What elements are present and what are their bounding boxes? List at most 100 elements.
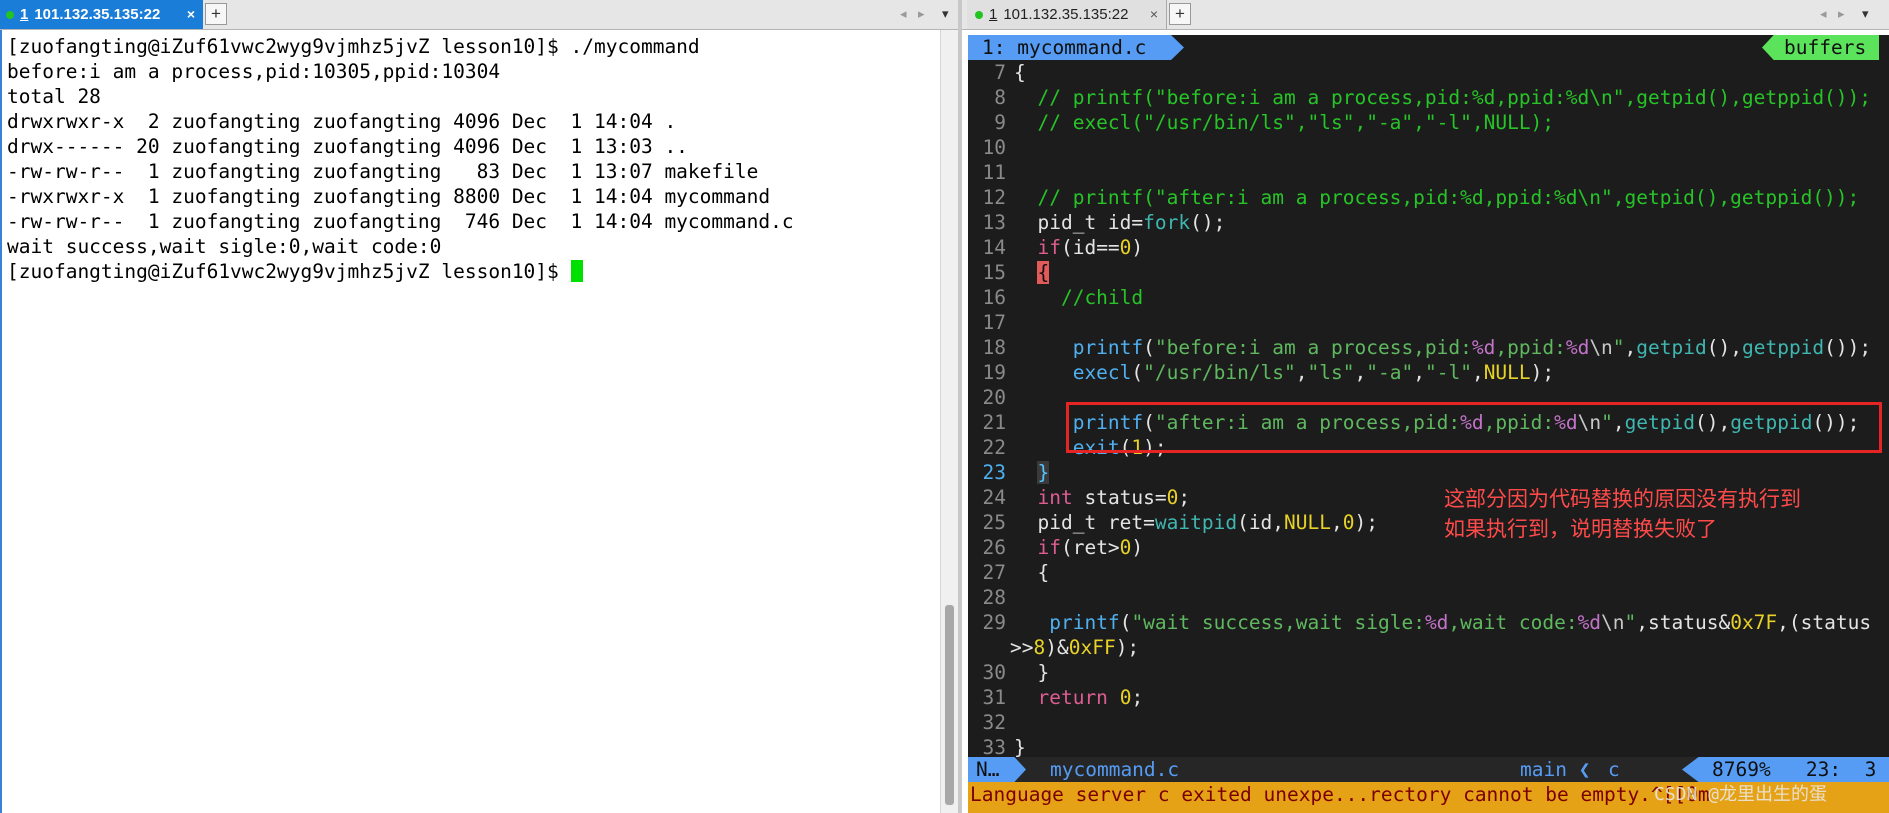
new-tab-button[interactable]: + [205, 3, 227, 25]
line-number: 19 [982, 361, 1006, 384]
code-line[interactable]: 27 { [968, 560, 1889, 585]
session-tab-left[interactable]: 1 101.132.35.135:22 × [0, 0, 203, 29]
line-number: 10 [982, 136, 1006, 159]
code-token: , [1624, 336, 1637, 359]
code-token: // execl("/usr/bin/ls","ls","-a","-l",NU… [1014, 111, 1555, 134]
code-token: %d [1565, 336, 1590, 359]
code-token: NULL [1284, 511, 1332, 534]
tab-menu-icon[interactable]: ▾ [1862, 6, 1869, 22]
code-text: int status=0; [1014, 485, 1190, 510]
code-token: { [1014, 61, 1026, 84]
code-line[interactable]: 7{ [968, 60, 1889, 85]
new-tab-button[interactable]: + [1169, 3, 1191, 25]
code-token: ,status& [1636, 611, 1731, 634]
git-branch: main ❮ [1520, 758, 1591, 781]
code-text: { [1014, 560, 1049, 585]
session-tab-right[interactable]: 1 101.132.35.135:22 × [967, 0, 1167, 29]
code-token: // printf("before:i am a process,pid:%d,… [1014, 86, 1872, 109]
code-line[interactable]: 29 printf("wait success,wait sigle:%d,wa… [968, 610, 1889, 635]
terminal-line: before:i am a process,pid:10305,ppid:103… [7, 60, 501, 83]
code-token: status= [1072, 486, 1167, 509]
code-line[interactable]: 14 if(id==0) [968, 235, 1889, 260]
code-token: "wait success,wait sigle: [1131, 611, 1425, 634]
scroll-tabs-right-icon[interactable]: ▸ [918, 6, 925, 22]
code-token: ); [1530, 361, 1555, 384]
code-token: , [1413, 361, 1425, 384]
code-token: ,(status [1777, 611, 1872, 634]
right-tab-bar: 1 101.132.35.135:22 × + ◂ ▸ ▾ [962, 0, 1889, 30]
close-tab-icon[interactable]: × [187, 6, 195, 22]
shell-prompt: [zuofangting@iZuf61vwc2wyg9vjmhz5jvZ les… [7, 260, 571, 283]
code-line[interactable]: 9 // execl("/usr/bin/ls","ls","-a","-l",… [968, 110, 1889, 135]
code-token: } [1014, 661, 1050, 684]
code-text: //child [1014, 285, 1143, 310]
code-token: "ls" [1307, 361, 1355, 384]
code-line[interactable]: 32 [968, 710, 1889, 735]
code-line[interactable]: 28 [968, 585, 1889, 610]
code-line[interactable]: >>8)&0xFF); [968, 635, 1889, 660]
close-tab-icon[interactable]: × [1150, 6, 1158, 22]
terminal-line: wait success,wait sigle:0,wait code:0 [7, 235, 442, 258]
code-token: , [1354, 361, 1367, 384]
code-line[interactable]: 15 { [968, 260, 1889, 285]
code-line[interactable]: 16 //child [968, 285, 1889, 310]
terminal-output[interactable]: [zuofangting@iZuf61vwc2wyg9vjmhz5jvZ les… [0, 30, 940, 813]
code-token: } [1014, 736, 1026, 759]
scrollbar-thumb[interactable] [945, 605, 954, 805]
vim-editor[interactable]: 1: mycommand.c buffers 7{8 // printf("be… [968, 35, 1889, 813]
code-token: pid_t ret= [1014, 511, 1155, 534]
code-line[interactable]: 31 return 0; [968, 685, 1889, 710]
scroll-tabs-left-icon[interactable]: ◂ [900, 6, 907, 22]
code-line[interactable]: 12 // printf("after:i am a process,pid:%… [968, 185, 1889, 210]
code-text: printf("wait success,wait sigle:%d,wait … [1014, 610, 1871, 635]
line-number: 31 [982, 686, 1006, 709]
code-line[interactable]: 13 pid_t id=fork(); [968, 210, 1889, 235]
left-tab-bar: 1 101.132.35.135:22 × + ◂ ▸ ▾ [0, 0, 958, 30]
code-token: (); [1190, 211, 1226, 234]
scroll-tabs-left-icon[interactable]: ◂ [1820, 6, 1827, 22]
code-token: if [1037, 536, 1061, 559]
code-token: )& [1045, 636, 1069, 659]
error-message: Language server c exited unexpe...rector… [970, 783, 1710, 806]
code-line[interactable]: 8 // printf("before:i am a process,pid:%… [968, 85, 1889, 110]
scroll-tabs-right-icon[interactable]: ▸ [1838, 6, 1845, 22]
code-line[interactable]: 11 [968, 160, 1889, 185]
code-token: 0 [1119, 686, 1132, 709]
annotation-line: 这部分因为代码替换的原因没有执行到 [1444, 487, 1801, 511]
code-token: %d [1424, 611, 1449, 634]
vim-statusline: N… mycommand.c main ❮ c 8769% 23: 3 [968, 757, 1889, 782]
terminal-line: drwxrwxr-x 2 zuofangting zuofangting 409… [7, 110, 677, 133]
code-line[interactable]: 10 [968, 135, 1889, 160]
terminal-line: [zuofangting@iZuf61vwc2wyg9vjmhz5jvZ les… [7, 35, 700, 58]
code-line[interactable]: 23 } [968, 460, 1889, 485]
line-number: 24 [982, 486, 1006, 509]
line-number: 20 [982, 386, 1006, 409]
line-number: 17 [982, 311, 1006, 334]
code-token: , [1331, 511, 1343, 534]
vim-buffer-tab[interactable]: 1: mycommand.c [968, 35, 1184, 60]
tab-menu-icon[interactable]: ▾ [942, 6, 949, 22]
connection-status-icon [6, 10, 14, 19]
line-number: 27 [982, 561, 1006, 584]
code-line[interactable]: 19 execl("/usr/bin/ls","ls","-a","-l",NU… [968, 360, 1889, 385]
terminal-prompt-line[interactable]: [zuofangting@iZuf61vwc2wyg9vjmhz5jvZ les… [7, 259, 940, 284]
terminal-scrollbar[interactable] [940, 30, 958, 813]
code-text: { [1014, 260, 1050, 285]
code-token: (), [1706, 336, 1742, 359]
code-line[interactable]: 30 } [968, 660, 1889, 685]
code-token: "-l" [1424, 361, 1472, 384]
code-line[interactable]: 18 printf("before:i am a process,pid:%d,… [968, 335, 1889, 360]
code-text: return 0; [1014, 685, 1143, 710]
line-number: 32 [982, 711, 1006, 734]
line-number: 7 [994, 61, 1006, 84]
code-token: return [1037, 686, 1108, 709]
annotation-line: 如果执行到，说明替换失败了 [1444, 517, 1717, 541]
code-token: (ret> [1060, 536, 1120, 559]
code-line[interactable]: 17 [968, 310, 1889, 335]
code-token: pid_t id= [1014, 211, 1144, 234]
line-number: 29 [982, 611, 1006, 634]
